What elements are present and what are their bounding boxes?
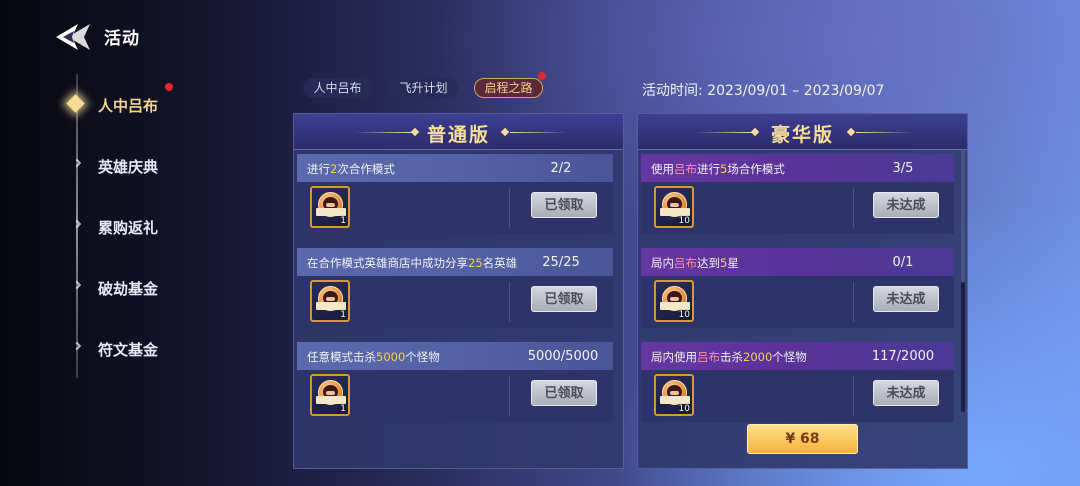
sidebar-tick-icon bbox=[72, 158, 82, 168]
reward-count: 10 bbox=[678, 404, 690, 414]
task-body: 1 已领取 bbox=[297, 276, 613, 328]
claimed-button[interactable]: 已领取 bbox=[531, 380, 597, 406]
tab-badge-dot bbox=[538, 72, 546, 80]
card-label-icon bbox=[316, 396, 346, 404]
task-description: 进行2次合作模式 bbox=[307, 162, 395, 176]
task-row: 在合作模式英雄商店中成功分享25名英雄 25/25 1 已领取 bbox=[297, 248, 613, 328]
sidebar-item-lubu[interactable]: 人中吕布 bbox=[98, 95, 158, 119]
reward-item[interactable]: 10 bbox=[654, 186, 694, 228]
panel-title-deluxe: 豪华版 bbox=[770, 124, 834, 146]
reward-item[interactable]: 1 bbox=[310, 186, 350, 228]
tab-ascension-plan[interactable]: 飞升计划 bbox=[389, 78, 458, 98]
card-label-icon bbox=[316, 208, 346, 216]
reward-count: 10 bbox=[678, 216, 690, 226]
tab-journey[interactable]: 启程之路 bbox=[474, 78, 543, 98]
sidebar-item-rune-fund[interactable]: 符文基金 bbox=[98, 339, 158, 363]
reward-item[interactable]: 10 bbox=[654, 280, 694, 322]
not-achieved-button[interactable]: 未达成 bbox=[873, 380, 939, 406]
task-description: 任意模式击杀5000个怪物 bbox=[307, 350, 440, 364]
task-body: 10 未达成 bbox=[641, 182, 954, 234]
sidebar-item-hero-celebration[interactable]: 英雄庆典 bbox=[98, 156, 158, 180]
divider bbox=[853, 282, 854, 322]
active-indicator-icon bbox=[66, 94, 85, 113]
claimed-button[interactable]: 已领取 bbox=[531, 286, 597, 312]
task-description: 使用吕布进行5场合作模式 bbox=[651, 162, 785, 176]
activity-time: 活动时间: 2023/09/01 – 2023/09/07 bbox=[642, 83, 885, 99]
card-label-icon bbox=[660, 302, 690, 310]
reward-count: 1 bbox=[340, 310, 346, 320]
card-label-icon bbox=[660, 208, 690, 216]
panel-header: 豪华版 bbox=[638, 114, 967, 150]
panel-header: 普通版 bbox=[294, 114, 623, 150]
sidebar-item-purchase-rebate[interactable]: 累购返礼 bbox=[98, 217, 158, 241]
sidebar-badge-dot bbox=[165, 83, 173, 91]
reward-count: 1 bbox=[340, 404, 346, 414]
not-achieved-button[interactable]: 未达成 bbox=[873, 192, 939, 218]
standard-panel: 普通版 进行2次合作模式 2/2 1 已领取 在合作模式英雄商店中成功分享25名… bbox=[293, 113, 624, 469]
task-progress: 0/1 bbox=[892, 255, 914, 270]
task-progress: 2/2 bbox=[550, 161, 572, 176]
reward-item[interactable]: 1 bbox=[310, 374, 350, 416]
card-label-icon bbox=[316, 302, 346, 310]
divider bbox=[509, 376, 510, 416]
divider bbox=[509, 188, 510, 228]
scrollbar-thumb[interactable] bbox=[961, 282, 965, 412]
task-body: 10 未达成 bbox=[641, 370, 954, 422]
reward-item[interactable]: 1 bbox=[310, 280, 350, 322]
task-progress: 3/5 bbox=[892, 161, 914, 176]
reward-count: 1 bbox=[340, 216, 346, 226]
reward-item[interactable]: 10 bbox=[654, 374, 694, 416]
task-progress: 25/25 bbox=[542, 255, 580, 270]
deluxe-panel: 豪华版 使用吕布进行5场合作模式 3/5 10 未达成 局内吕布达到5星 0/1 bbox=[637, 113, 968, 469]
task-description: 局内使用吕布击杀2000个怪物 bbox=[651, 350, 807, 364]
task-row: 使用吕布进行5场合作模式 3/5 10 未达成 bbox=[641, 154, 954, 234]
task-row: 进行2次合作模式 2/2 1 已领取 bbox=[297, 154, 613, 234]
panel-title-standard: 普通版 bbox=[426, 124, 490, 146]
back-arrow-icon[interactable] bbox=[54, 22, 94, 52]
sidebar-item-pojie-fund[interactable]: 破劫基金 bbox=[98, 278, 158, 302]
divider bbox=[509, 282, 510, 322]
task-body: 1 已领取 bbox=[297, 370, 613, 422]
reward-count: 10 bbox=[678, 310, 690, 320]
task-row: 任意模式击杀5000个怪物 5000/5000 1 已领取 bbox=[297, 342, 613, 422]
not-achieved-button[interactable]: 未达成 bbox=[873, 286, 939, 312]
tab-lubu[interactable]: 人中吕布 bbox=[303, 78, 372, 98]
claimed-button[interactable]: 已领取 bbox=[531, 192, 597, 218]
task-progress: 5000/5000 bbox=[527, 349, 599, 364]
card-label-icon bbox=[660, 396, 690, 404]
divider bbox=[853, 188, 854, 228]
sidebar-tick-icon bbox=[72, 280, 82, 290]
task-progress: 117/2000 bbox=[871, 349, 935, 364]
page-title: 活动 bbox=[104, 29, 140, 49]
sidebar-tick-icon bbox=[72, 341, 82, 351]
task-row: 局内吕布达到5星 0/1 10 未达成 bbox=[641, 248, 954, 328]
title-decor-line bbox=[510, 132, 568, 133]
task-row: 局内使用吕布击杀2000个怪物 117/2000 10 未达成 bbox=[641, 342, 954, 422]
task-description: 在合作模式英雄商店中成功分享25名英雄 bbox=[307, 256, 518, 270]
sidebar-tick-icon bbox=[72, 219, 82, 229]
task-body: 1 已领取 bbox=[297, 182, 613, 234]
title-decor-line bbox=[856, 132, 914, 133]
task-body: 10 未达成 bbox=[641, 276, 954, 328]
buy-deluxe-button[interactable]: ¥ 68 bbox=[747, 424, 858, 454]
divider bbox=[853, 376, 854, 416]
task-description: 局内吕布达到5星 bbox=[651, 256, 739, 270]
